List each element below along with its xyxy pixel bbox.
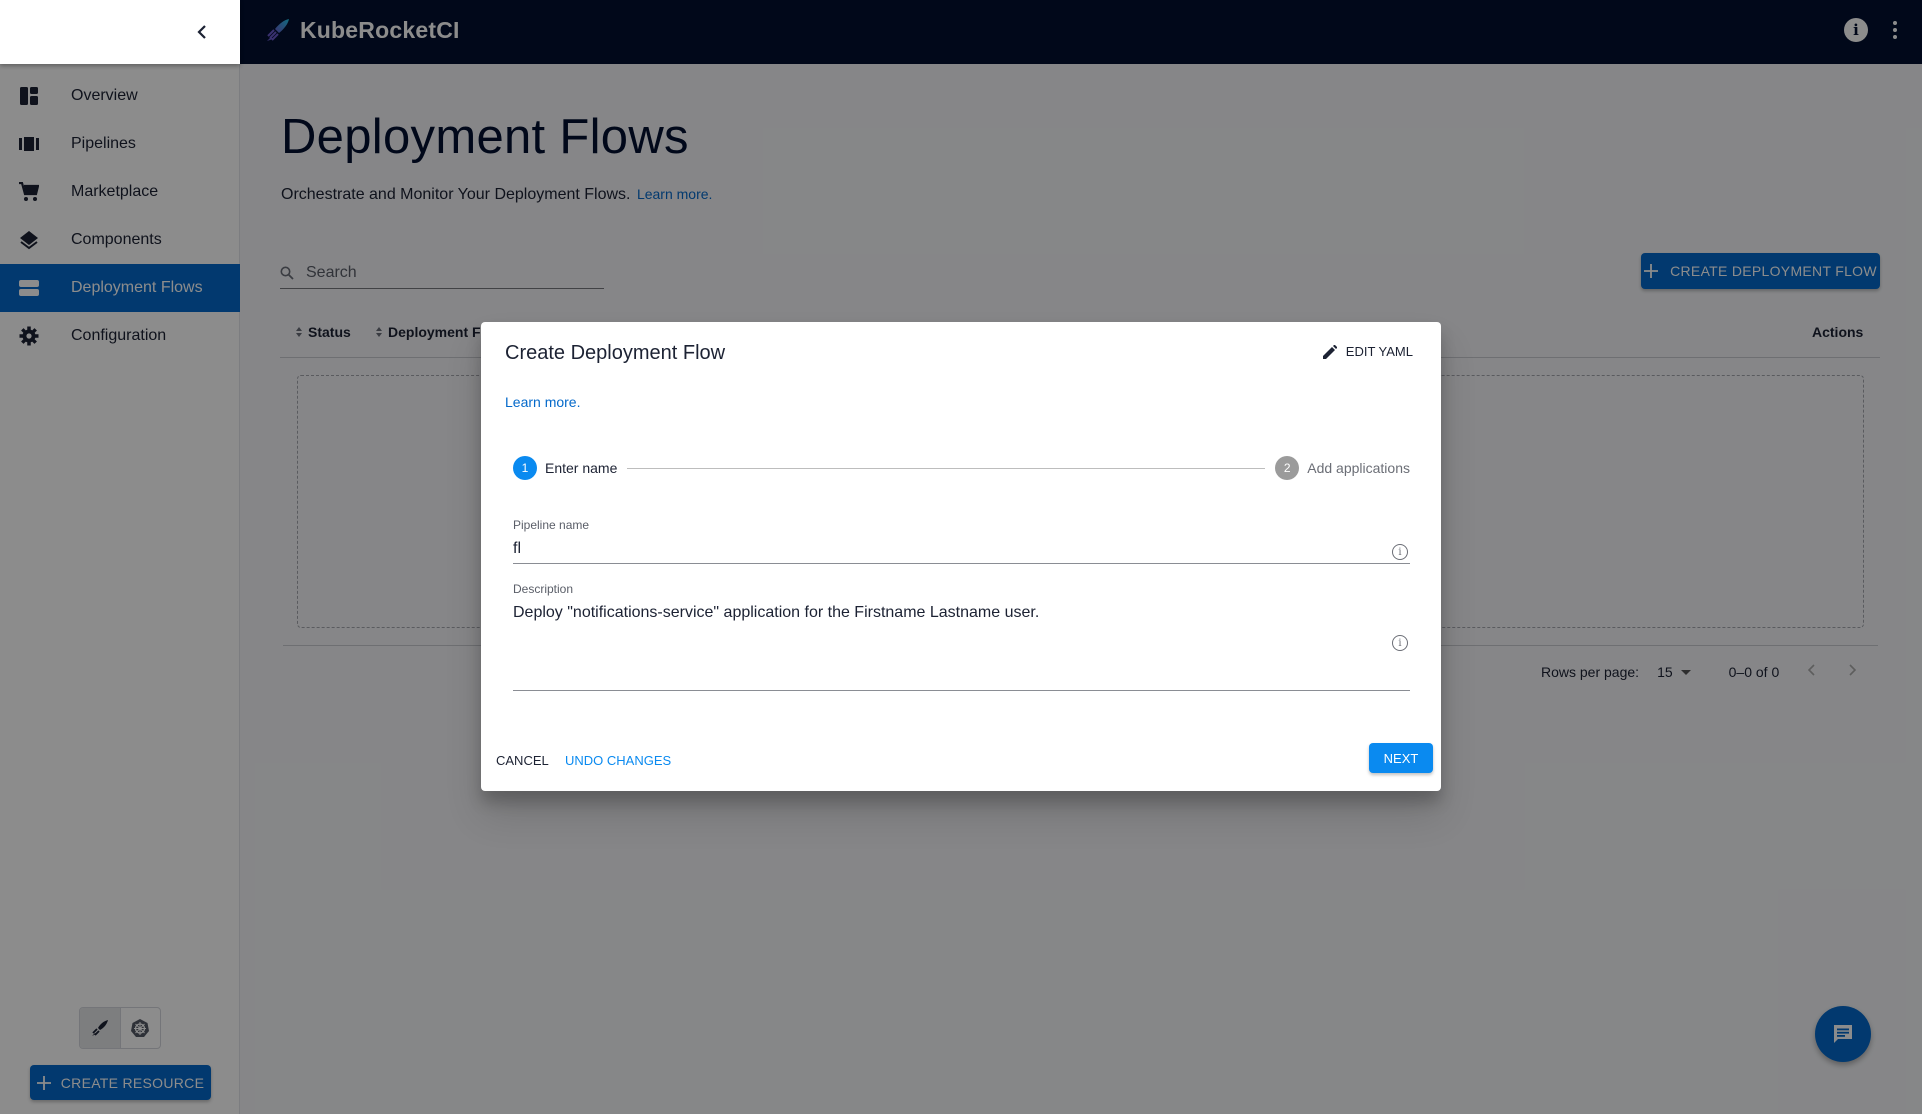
step-2-icon: 2 (1275, 456, 1300, 480)
next-button[interactable]: NEXT (1369, 743, 1433, 773)
step-connector (627, 467, 1266, 469)
step-2-label: Add applications (1307, 460, 1410, 476)
edit-yaml-label: EDIT YAML (1345, 344, 1413, 359)
step-1-label: Enter name (545, 460, 618, 476)
pencil-icon (1322, 344, 1337, 359)
info-icon[interactable]: i (1392, 544, 1408, 560)
chevron-left-icon (197, 25, 206, 39)
dialog-actions: CANCEL UNDO CHANGES NEXT (481, 729, 1441, 791)
description-field[interactable]: Description Deploy "notifications-servic… (513, 582, 1410, 691)
edit-yaml-button[interactable]: EDIT YAML (1322, 344, 1413, 359)
description-value[interactable]: Deploy "notifications-service" applicati… (513, 604, 1410, 622)
dialog-title: Create Deployment Flow (505, 342, 726, 364)
create-deployment-flow-dialog: Create Deployment Flow EDIT YAML Learn m… (481, 322, 1441, 791)
undo-changes-button[interactable]: UNDO CHANGES (565, 753, 671, 768)
pipeline-name-value[interactable]: fl (513, 540, 1410, 558)
sidebar-header (0, 0, 240, 64)
step-1-icon: 1 (513, 456, 537, 480)
pipeline-name-field[interactable]: Pipeline name fl i (513, 518, 1410, 564)
description-label: Description (513, 582, 574, 596)
info-icon[interactable]: i (1392, 635, 1408, 651)
collapse-sidebar-button[interactable] (188, 18, 216, 46)
stepper: 1 Enter name 2 Add applications (513, 456, 1410, 480)
pipeline-name-label: Pipeline name (513, 518, 590, 532)
cancel-button[interactable]: CANCEL (496, 753, 549, 768)
dialog-learn-more-link[interactable]: Learn more. (505, 394, 580, 410)
